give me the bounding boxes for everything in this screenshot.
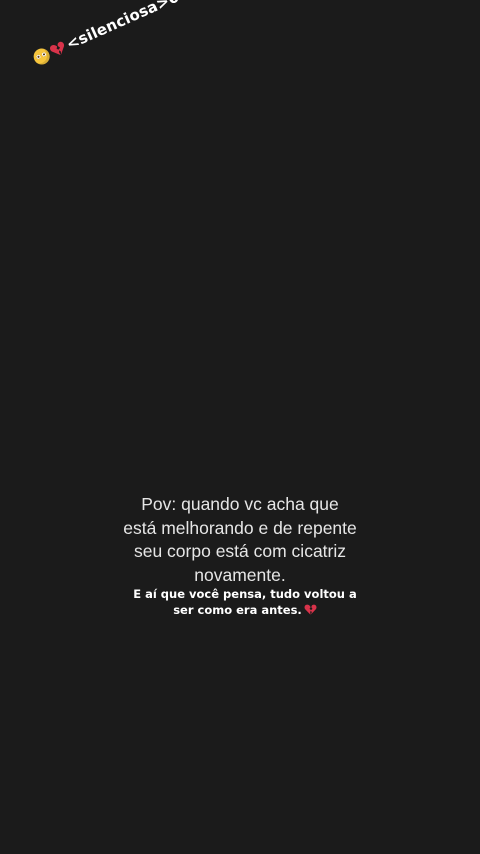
watermark-text: <silenciosa>017 bbox=[63, 0, 202, 54]
main-text-line: novamente. bbox=[194, 564, 286, 585]
sub-text-line: ser como era antes. bbox=[173, 603, 302, 617]
story-canvas: <silenciosa>017 Pov: quando vc acha que … bbox=[0, 0, 480, 854]
main-text-line: seu corpo está com cicatriz bbox=[133, 541, 347, 561]
main-text-line: Pov: quando vc acha que bbox=[141, 494, 339, 514]
broken-heart-icon bbox=[304, 603, 317, 616]
watermark: <silenciosa>017 bbox=[31, 0, 202, 68]
main-text-line: está melhorando e de repente bbox=[123, 517, 357, 538]
story-main-text: Pov: quando vc acha que está melhorando … bbox=[0, 493, 480, 587]
story-sub-text: E aí que você pensa, tudo voltou a ser c… bbox=[0, 586, 480, 618]
sub-text-line: E aí que você pensa, tudo voltou a bbox=[133, 587, 357, 601]
sub-text-line-2: ser como era antes. bbox=[0, 602, 480, 618]
